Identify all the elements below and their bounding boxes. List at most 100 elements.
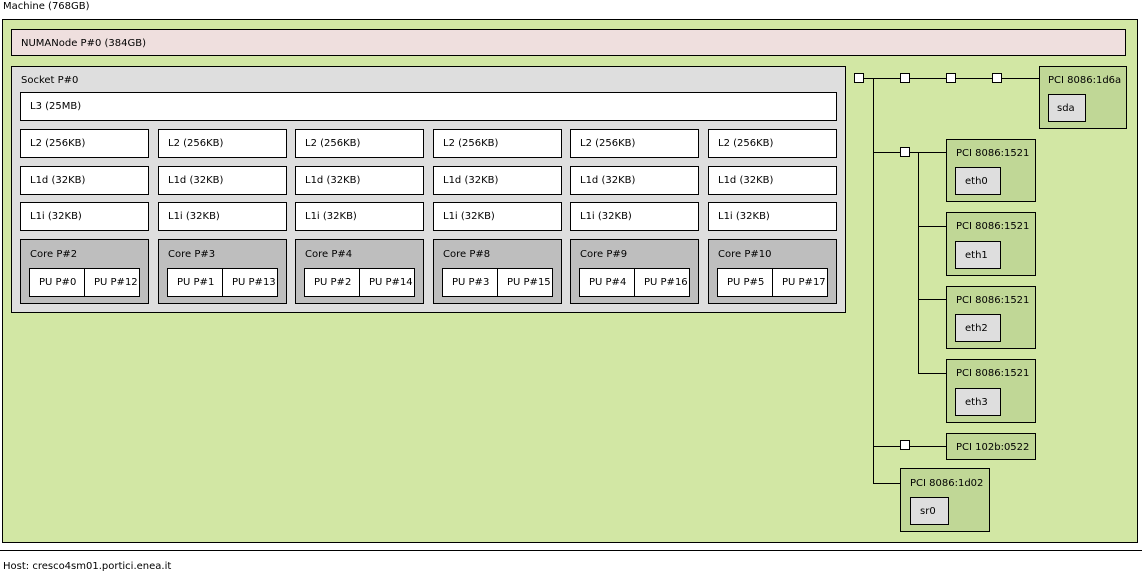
l2-label: L2 (256KB) <box>168 138 224 149</box>
l1d-label: L1d (32KB) <box>30 175 86 186</box>
os-device: eth3 <box>955 388 1001 416</box>
l2-cache: L2 (256KB) <box>20 129 149 158</box>
l2-cache: L2 (256KB) <box>433 129 562 158</box>
l1d-cache: L1d (32KB) <box>295 166 424 195</box>
pu: PU P#1 <box>167 268 223 297</box>
machine-label: Machine (768GB) <box>3 1 90 12</box>
os-device-label: eth1 <box>965 250 988 261</box>
core-label: Core P#3 <box>168 249 216 260</box>
socket-label: Socket P#0 <box>21 75 79 86</box>
core: Core P#2 PU P#0 PU P#12 <box>20 239 149 304</box>
l2-cache: L2 (256KB) <box>570 129 699 158</box>
os-device-label: sda <box>1057 103 1075 114</box>
pci-bridge <box>900 147 910 157</box>
pci-trunk-line <box>873 78 874 483</box>
pci-device: PCI 8086:1521 eth3 <box>946 359 1036 423</box>
core-label: Core P#9 <box>580 249 628 260</box>
l1i-label: L1i (32KB) <box>580 211 632 222</box>
pu: PU P#13 <box>222 268 278 297</box>
l1i-cache: L1i (32KB) <box>295 202 424 231</box>
l1d-label: L1d (32KB) <box>580 175 636 186</box>
l1d-label: L1d (32KB) <box>168 175 224 186</box>
pci-label: PCI 8086:1521 <box>956 368 1030 379</box>
pci-device: PCI 102b:0522 <box>946 433 1036 460</box>
l1i-cache: L1i (32KB) <box>708 202 837 231</box>
l2-label: L2 (256KB) <box>443 138 499 149</box>
pu-label: PU P#14 <box>369 277 413 288</box>
pu: PU P#12 <box>84 268 140 297</box>
pu-label: PU P#16 <box>644 277 688 288</box>
l1d-cache: L1d (32KB) <box>708 166 837 195</box>
l1i-label: L1i (32KB) <box>305 211 357 222</box>
pci-bridge <box>992 73 1002 83</box>
l1d-label: L1d (32KB) <box>305 175 361 186</box>
l1d-label: L1d (32KB) <box>443 175 499 186</box>
l1i-label: L1i (32KB) <box>30 211 82 222</box>
pu-label: PU P#4 <box>589 277 627 288</box>
l2-cache: L2 (256KB) <box>158 129 287 158</box>
core-label: Core P#8 <box>443 249 491 260</box>
l2-label: L2 (256KB) <box>718 138 774 149</box>
pu: PU P#4 <box>579 268 635 297</box>
os-device: sda <box>1048 94 1086 122</box>
os-device-label: eth2 <box>965 323 988 334</box>
pu: PU P#0 <box>29 268 85 297</box>
l1i-cache: L1i (32KB) <box>20 202 149 231</box>
pu-label: PU P#15 <box>507 277 551 288</box>
os-device-label: eth3 <box>965 397 988 408</box>
pu: PU P#17 <box>772 268 828 297</box>
pci-branch-line <box>873 483 901 484</box>
core: Core P#3 PU P#1 PU P#13 <box>158 239 287 304</box>
pu-label: PU P#2 <box>314 277 352 288</box>
core: Core P#8 PU P#3 PU P#15 <box>433 239 562 304</box>
os-device: sr0 <box>910 497 949 525</box>
numa-node: NUMANode P#0 (384GB) <box>11 29 1126 56</box>
pci-device: PCI 8086:1521 eth2 <box>946 286 1036 349</box>
l1d-cache: L1d (32KB) <box>433 166 562 195</box>
l2-label: L2 (256KB) <box>305 138 361 149</box>
host-label: Host: cresco4sm01.portici.enea.it <box>3 561 172 572</box>
pu-label: PU P#5 <box>727 277 765 288</box>
pci-label: PCI 8086:1521 <box>956 148 1030 159</box>
pci-label: PCI 8086:1d02 <box>910 478 984 489</box>
pci-label: PCI 8086:1521 <box>956 221 1030 232</box>
l1d-label: L1d (32KB) <box>718 175 774 186</box>
core-label: Core P#2 <box>30 249 78 260</box>
l2-label: L2 (256KB) <box>580 138 636 149</box>
numa-label: NUMANode P#0 (384GB) <box>21 38 146 49</box>
pci-bridge <box>946 73 956 83</box>
pci-device: PCI 8086:1d6a sda <box>1039 66 1127 129</box>
os-device-label: sr0 <box>920 506 936 517</box>
os-device: eth0 <box>955 167 1001 195</box>
core: Core P#10 PU P#5 PU P#17 <box>708 239 837 304</box>
l1i-label: L1i (32KB) <box>443 211 495 222</box>
core: Core P#4 PU P#2 PU P#14 <box>295 239 424 304</box>
os-device-label: eth0 <box>965 176 988 187</box>
pci-subtrunk-line <box>918 152 919 373</box>
l1i-cache: L1i (32KB) <box>570 202 699 231</box>
l1i-cache: L1i (32KB) <box>158 202 287 231</box>
l2-cache: L2 (256KB) <box>708 129 837 158</box>
pci-label: PCI 8086:1d6a <box>1048 75 1122 86</box>
pci-branch-line <box>918 226 947 227</box>
host-bridge <box>854 73 864 83</box>
pci-device: PCI 8086:1521 eth0 <box>946 139 1036 202</box>
l1d-cache: L1d (32KB) <box>158 166 287 195</box>
footer-divider <box>0 550 1142 551</box>
l3-cache: L3 (25MB) <box>20 92 837 121</box>
pci-label: PCI 102b:0522 <box>956 442 1030 453</box>
pu: PU P#15 <box>497 268 553 297</box>
os-device: eth2 <box>955 314 1001 342</box>
pu-label: PU P#17 <box>782 277 826 288</box>
os-device: eth1 <box>955 241 1001 269</box>
pci-device: PCI 8086:1521 eth1 <box>946 212 1036 276</box>
pci-device: PCI 8086:1d02 sr0 <box>900 468 990 532</box>
l3-label: L3 (25MB) <box>30 101 82 112</box>
l1i-label: L1i (32KB) <box>718 211 770 222</box>
l2-label: L2 (256KB) <box>30 138 86 149</box>
core-label: Core P#10 <box>718 249 772 260</box>
pu: PU P#16 <box>634 268 690 297</box>
l1d-cache: L1d (32KB) <box>570 166 699 195</box>
pci-label: PCI 8086:1521 <box>956 295 1030 306</box>
pci-branch-line <box>918 373 947 374</box>
